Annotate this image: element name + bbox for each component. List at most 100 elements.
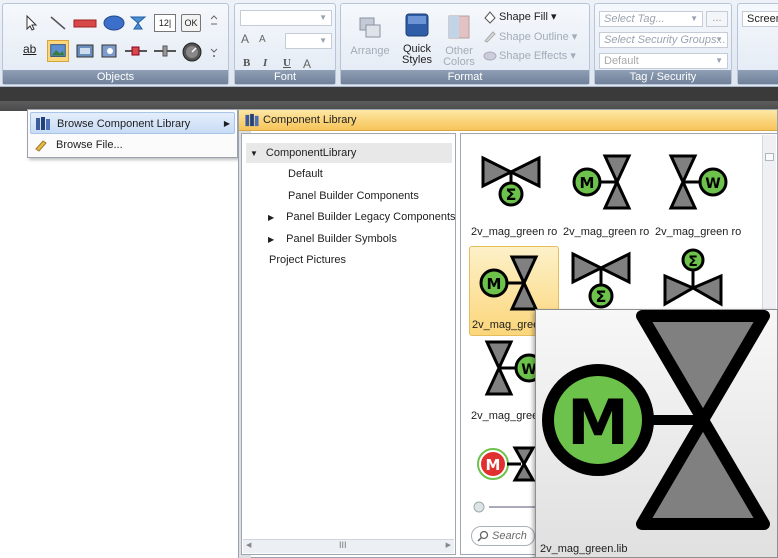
component-preview-tooltip: M 2v_mag_green.lib xyxy=(535,309,778,558)
svg-text:W: W xyxy=(705,176,720,192)
submenu-arrow-icon: ▶ xyxy=(223,119,230,128)
pointer-icon[interactable] xyxy=(23,14,41,32)
component-library-header: Component Library xyxy=(239,110,777,131)
browse-menu: Browse Component Library ▶ Browse File..… xyxy=(27,109,238,158)
scroll-right-icon[interactable]: ▶ xyxy=(446,541,451,549)
collapse-arrow-icon[interactable]: ▼ xyxy=(250,149,258,158)
ribbon: 12| OK ab Objects ▼ A A ▼ B I U A Font A… xyxy=(0,0,778,87)
expand-arrow-icon[interactable]: ▶ xyxy=(268,213,274,222)
component-search-input[interactable]: Search xyxy=(471,526,535,546)
tree-item-panel-builder-components[interactable]: Panel Builder Components xyxy=(288,186,419,206)
books-icon xyxy=(36,117,50,130)
search-placeholder: Search xyxy=(492,530,527,542)
tree-item-label: ComponentLibrary xyxy=(265,147,357,159)
shape-fill-button[interactable]: Shape Fill ▾ xyxy=(499,10,557,23)
objects-group-label: Objects xyxy=(3,70,228,84)
ribbon-more-icon[interactable] xyxy=(209,42,219,60)
other-colors-icon[interactable] xyxy=(447,14,471,40)
tree-item-label: Default xyxy=(288,168,323,180)
screen-group-label xyxy=(738,70,778,84)
valve-sigma-icon: Σ xyxy=(481,155,541,207)
valve-shape-icon[interactable] xyxy=(129,14,147,32)
tag-security-group: Select Tag... ▼ ... Select Security Group… xyxy=(594,3,732,85)
shape-effects-icon xyxy=(483,51,497,61)
format-group: Arrange Quick Styles Other Colors Shape … xyxy=(340,3,590,85)
numeric-tool-icon[interactable]: 12| xyxy=(154,14,176,32)
text-tool-icon[interactable]: ab xyxy=(23,42,41,60)
rectangle-icon[interactable] xyxy=(73,14,97,32)
expand-arrow-icon[interactable]: ▶ xyxy=(268,235,274,244)
component-library-title: Component Library xyxy=(263,114,357,126)
arrange-icon[interactable] xyxy=(358,16,382,40)
component-item[interactable]: M 2v_mag_green ro xyxy=(561,144,651,238)
alarm-tool-icon[interactable] xyxy=(100,42,120,60)
ribbon-bottom-bar xyxy=(0,87,778,101)
grow-font-button[interactable]: A xyxy=(241,32,259,50)
menu-item-browse-component-library[interactable]: Browse Component Library ▶ xyxy=(30,112,235,134)
valve-sigma-icon: Σ xyxy=(663,248,723,307)
slider-tool-icon[interactable] xyxy=(124,42,148,60)
svg-text:Σ: Σ xyxy=(596,287,607,306)
library-tree: ▼ ComponentLibrary Default Panel Builder … xyxy=(241,133,456,555)
component-label: 2v_mag_green ro xyxy=(471,226,558,238)
tree-item-default[interactable]: Default xyxy=(288,164,323,184)
screen-group: Screen xyxy=(737,3,778,85)
component-label: 2v_mag_green ro xyxy=(655,226,742,238)
tag-security-group-label: Tag / Security xyxy=(595,70,731,84)
tree-item-panel-builder-symbols[interactable]: ▶ Panel Builder Symbols xyxy=(268,229,397,249)
gauge-tool-icon[interactable] xyxy=(181,41,203,63)
font-group-label: Font xyxy=(235,70,335,84)
ellipse-icon[interactable] xyxy=(103,14,125,32)
scroll-thumb[interactable] xyxy=(765,153,774,161)
svg-text:M: M xyxy=(567,386,629,459)
menu-item-label: Browse File... xyxy=(56,139,123,151)
font-size-select[interactable]: ▼ xyxy=(285,33,332,49)
shape-effects-button[interactable]: Shape Effects ▾ xyxy=(499,49,576,62)
component-item[interactable]: Σ 2v_mag_green ro xyxy=(469,144,559,238)
valve-motor-icon: M xyxy=(479,255,539,311)
component-item[interactable]: W 2v_mag_green ro xyxy=(653,144,743,238)
select-security-groups-dropdown[interactable]: Select Security Groups... ▼ xyxy=(599,32,728,48)
menu-item-browse-file[interactable]: Browse File... xyxy=(30,134,235,156)
tree-horizontal-scrollbar[interactable]: ◀ III ▶ xyxy=(243,539,454,553)
tree-item-componentlibrary[interactable]: ▼ ComponentLibrary xyxy=(246,143,452,163)
scroll-left-icon[interactable]: ◀ xyxy=(246,541,251,549)
ok-button-tool-icon[interactable]: OK xyxy=(181,14,201,32)
books-icon xyxy=(245,113,259,127)
font-family-select[interactable]: ▼ xyxy=(240,10,332,26)
shape-outline-button[interactable]: Shape Outline ▾ xyxy=(499,30,577,43)
security-default-select[interactable]: Default ▼ xyxy=(599,53,728,69)
tree-item-label: Panel Builder Components xyxy=(288,190,419,202)
menu-item-label: Browse Component Library xyxy=(57,118,191,130)
tree-item-panel-builder-legacy-components[interactable]: ▶ Panel Builder Legacy Components xyxy=(268,207,456,227)
tree-item-label: Project Pictures xyxy=(269,254,347,266)
tree-item-label: Panel Builder Symbols xyxy=(286,233,397,245)
picture-tool-icon[interactable] xyxy=(47,40,69,62)
tree-item-project-pictures[interactable]: Project Pictures xyxy=(269,250,346,270)
svg-text:Σ: Σ xyxy=(506,185,517,204)
svg-text:M: M xyxy=(580,174,595,192)
objects-group: 12| OK ab Objects xyxy=(2,3,229,85)
screen-select[interactable]: Screen xyxy=(742,11,778,27)
shrink-font-button[interactable]: A xyxy=(259,34,277,52)
scroll-grip[interactable]: III xyxy=(339,540,347,550)
format-group-label: Format xyxy=(341,70,589,84)
quick-styles-icon[interactable] xyxy=(404,12,430,40)
ribbon-scroll-up-icon[interactable] xyxy=(209,12,219,30)
shape-outline-icon xyxy=(484,31,496,43)
select-tag-dropdown[interactable]: Select Tag... ▼ xyxy=(599,11,703,27)
valve-w-icon: W xyxy=(668,154,728,210)
folder-brush-icon xyxy=(35,140,47,152)
other-colors-button[interactable]: Other Colors xyxy=(441,46,477,68)
zoom-slider[interactable] xyxy=(473,500,543,514)
tag-browse-button[interactable]: ... xyxy=(706,11,728,27)
connector-tool-icon[interactable] xyxy=(153,42,177,60)
line-icon[interactable] xyxy=(49,14,67,32)
zoom-out-icon[interactable] xyxy=(473,501,485,513)
valve-motor-icon: M xyxy=(572,154,632,210)
trend-tool-icon[interactable] xyxy=(75,42,95,60)
arrange-button[interactable]: Arrange xyxy=(347,46,393,57)
shape-fill-icon xyxy=(484,11,496,24)
grid-vertical-scrollbar[interactable] xyxy=(762,135,776,315)
quick-styles-button[interactable]: Quick Styles xyxy=(397,44,437,66)
